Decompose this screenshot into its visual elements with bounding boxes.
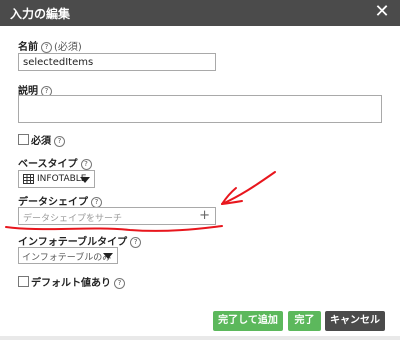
red-annotation-icon: [5, 171, 276, 232]
